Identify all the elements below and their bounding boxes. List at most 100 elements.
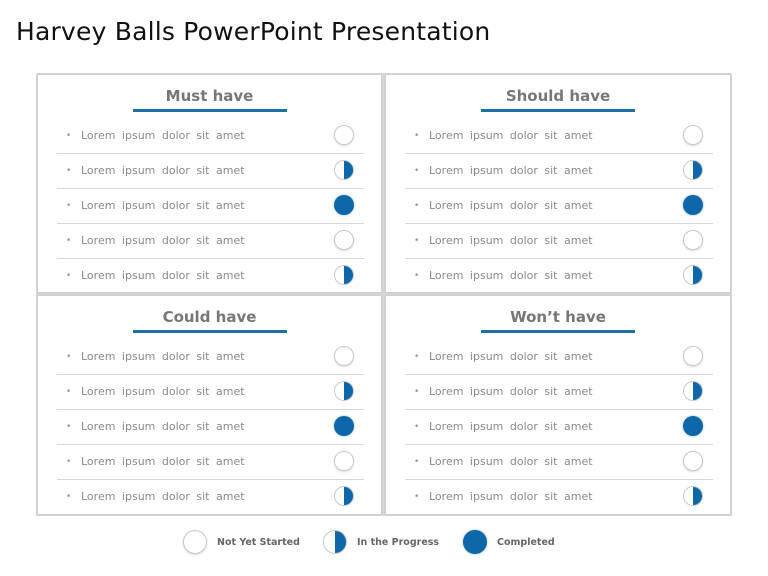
harvey-ball-empty-icon	[683, 346, 703, 366]
moscow-grid: Must have • Lorem ipsum dolor sit amet •…	[36, 73, 732, 516]
bullet-icon: •	[66, 492, 72, 502]
harvey-ball-empty-icon	[683, 125, 703, 145]
harvey-ball-half-icon	[334, 381, 354, 401]
list-item: • Lorem ipsum dolor sit amet	[57, 375, 364, 410]
harvey-ball-half-icon	[323, 530, 347, 554]
list-item: • Lorem ipsum dolor sit amet	[405, 259, 713, 293]
bullet-icon: •	[414, 201, 420, 211]
bullet-icon: •	[414, 387, 420, 397]
bullet-icon: •	[414, 352, 420, 362]
item-text: Lorem ipsum dolor sit amet	[429, 129, 593, 142]
panel-wont-have: Won’t have • Lorem ipsum dolor sit amet …	[386, 296, 730, 514]
list-item: • Lorem ipsum dolor sit amet	[405, 445, 713, 480]
list-item: • Lorem ipsum dolor sit amet	[405, 480, 713, 514]
legend-label: Not Yet Started	[217, 536, 300, 548]
harvey-ball-full-icon	[334, 416, 354, 436]
harvey-ball-empty-icon	[183, 530, 207, 554]
heading-underline	[132, 109, 287, 112]
harvey-ball-half-icon	[334, 160, 354, 180]
bullet-icon: •	[414, 492, 420, 502]
item-text: Lorem ipsum dolor sit amet	[429, 234, 593, 247]
list-item: • Lorem ipsum dolor sit amet	[57, 340, 364, 375]
bullet-icon: •	[414, 131, 420, 141]
bullet-icon: •	[66, 131, 72, 141]
list-item: • Lorem ipsum dolor sit amet	[405, 119, 713, 154]
item-text: Lorem ipsum dolor sit amet	[429, 420, 593, 433]
panel-should-have: Should have • Lorem ipsum dolor sit amet…	[386, 75, 730, 292]
slide-title: Harvey Balls PowerPoint Presentation	[16, 17, 491, 46]
bullet-icon: •	[66, 352, 72, 362]
item-text: Lorem ipsum dolor sit amet	[81, 420, 245, 433]
item-text: Lorem ipsum dolor sit amet	[81, 269, 245, 282]
item-text: Lorem ipsum dolor sit amet	[429, 385, 593, 398]
item-text: Lorem ipsum dolor sit amet	[429, 350, 593, 363]
harvey-ball-half-icon	[683, 160, 703, 180]
harvey-ball-empty-icon	[334, 230, 354, 250]
harvey-ball-empty-icon	[334, 451, 354, 471]
list-item: • Lorem ipsum dolor sit amet	[405, 340, 713, 375]
harvey-ball-half-icon	[334, 486, 354, 506]
item-text: Lorem ipsum dolor sit amet	[429, 269, 593, 282]
panel-must-have: Must have • Lorem ipsum dolor sit amet •…	[38, 75, 381, 292]
bullet-icon: •	[66, 271, 72, 281]
list-item: • Lorem ipsum dolor sit amet	[57, 480, 364, 514]
item-text: Lorem ipsum dolor sit amet	[429, 164, 593, 177]
item-text: Lorem ipsum dolor sit amet	[429, 490, 593, 503]
harvey-ball-half-icon	[683, 381, 703, 401]
harvey-ball-empty-icon	[334, 125, 354, 145]
item-list: • Lorem ipsum dolor sit amet • Lorem ips…	[57, 119, 364, 293]
list-item: • Lorem ipsum dolor sit amet	[57, 119, 364, 154]
legend-label: In the Progress	[357, 536, 440, 548]
bullet-icon: •	[414, 236, 420, 246]
harvey-ball-empty-icon	[683, 451, 703, 471]
item-text: Lorem ipsum dolor sit amet	[429, 455, 593, 468]
bullet-icon: •	[414, 457, 420, 467]
list-item: • Lorem ipsum dolor sit amet	[57, 189, 364, 224]
list-item: • Lorem ipsum dolor sit amet	[57, 259, 364, 293]
list-item: • Lorem ipsum dolor sit amet	[405, 375, 713, 410]
harvey-ball-half-icon	[683, 486, 703, 506]
item-text: Lorem ipsum dolor sit amet	[81, 199, 245, 212]
list-item: • Lorem ipsum dolor sit amet	[57, 445, 364, 480]
item-text: Lorem ipsum dolor sit amet	[81, 234, 245, 247]
heading-underline	[481, 109, 635, 112]
legend-item-in-progress: In the Progress	[323, 530, 439, 556]
list-item: • Lorem ipsum dolor sit amet	[57, 224, 364, 259]
bullet-icon: •	[66, 387, 72, 397]
bullet-icon: •	[66, 422, 72, 432]
item-text: Lorem ipsum dolor sit amet	[81, 455, 245, 468]
heading-underline	[481, 330, 635, 333]
bullet-icon: •	[66, 236, 72, 246]
harvey-ball-half-icon	[334, 265, 354, 285]
bullet-icon: •	[414, 271, 420, 281]
bullet-icon: •	[66, 201, 72, 211]
harvey-ball-full-icon	[683, 195, 703, 215]
item-text: Lorem ipsum dolor sit amet	[81, 164, 245, 177]
legend: Not Yet Started In the Progress Complete…	[0, 530, 768, 556]
panel-heading: Should have	[505, 87, 611, 105]
legend-item-completed: Completed	[463, 530, 555, 556]
panel-heading: Must have	[165, 87, 254, 105]
panel-heading: Could have	[162, 308, 257, 326]
item-text: Lorem ipsum dolor sit amet	[81, 385, 245, 398]
harvey-ball-full-icon	[683, 416, 703, 436]
bullet-icon: •	[66, 457, 72, 467]
legend-item-not-started: Not Yet Started	[183, 530, 300, 556]
item-text: Lorem ipsum dolor sit amet	[81, 350, 245, 363]
heading-underline	[132, 330, 287, 333]
harvey-ball-empty-icon	[334, 346, 354, 366]
bullet-icon: •	[414, 422, 420, 432]
list-item: • Lorem ipsum dolor sit amet	[405, 154, 713, 189]
panel-could-have: Could have • Lorem ipsum dolor sit amet …	[38, 296, 381, 514]
bullet-icon: •	[414, 166, 420, 176]
list-item: • Lorem ipsum dolor sit amet	[405, 410, 713, 445]
harvey-ball-half-icon	[683, 265, 703, 285]
list-item: • Lorem ipsum dolor sit amet	[57, 410, 364, 445]
item-list: • Lorem ipsum dolor sit amet • Lorem ips…	[405, 340, 713, 514]
bullet-icon: •	[66, 166, 72, 176]
harvey-ball-empty-icon	[683, 230, 703, 250]
item-list: • Lorem ipsum dolor sit amet • Lorem ips…	[57, 340, 364, 514]
item-text: Lorem ipsum dolor sit amet	[81, 129, 245, 142]
panel-heading: Won’t have	[510, 308, 606, 326]
list-item: • Lorem ipsum dolor sit amet	[405, 189, 713, 224]
